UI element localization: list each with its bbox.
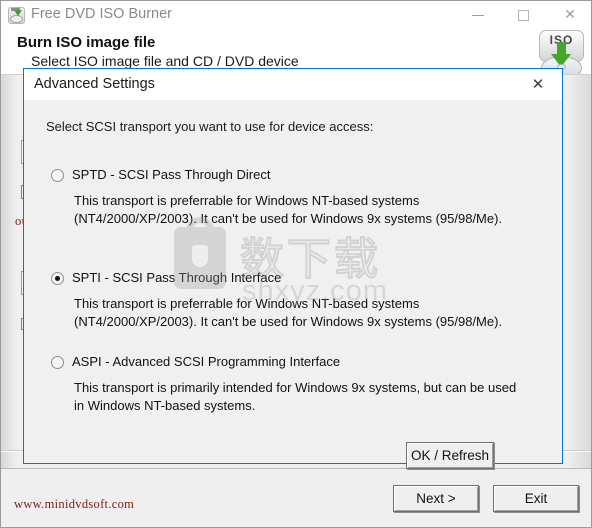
radio-aspi-mark[interactable] bbox=[51, 356, 64, 369]
dialog-title: Advanced Settings bbox=[34, 76, 155, 92]
app-icon-disc bbox=[10, 15, 23, 23]
website-url: www.minidvdsoft.com bbox=[14, 497, 135, 511]
next-button[interactable]: Next > bbox=[393, 485, 479, 512]
maximize-icon bbox=[518, 10, 529, 21]
dialog-body: Select SCSI transport you want to use fo… bbox=[24, 100, 562, 469]
dialog-titlebar: Advanced Settings ✕ bbox=[24, 69, 562, 100]
radio-aspi-description: This transport is primarily intended for… bbox=[74, 380, 517, 413]
radio-spti-description: This transport is preferrable for Window… bbox=[74, 296, 503, 329]
radio-sptd-mark[interactable] bbox=[51, 169, 64, 182]
ok-refresh-button[interactable]: OK / Refresh bbox=[406, 442, 494, 469]
page-subtitle: Select ISO image file and CD / DVD devic… bbox=[31, 53, 299, 69]
maximize-button[interactable] bbox=[501, 1, 547, 30]
close-icon: ✕ bbox=[564, 7, 576, 23]
minimize-icon bbox=[472, 15, 484, 16]
background-left-shade bbox=[1, 75, 17, 469]
window-titlebar: Free DVD ISO Burner ✕ bbox=[1, 1, 591, 30]
radio-spti-label: SPTI - SCSI Pass Through Interface bbox=[72, 270, 282, 285]
minimize-button[interactable] bbox=[455, 1, 501, 30]
advanced-settings-dialog: Advanced Settings ✕ Select SCSI transpor… bbox=[23, 68, 563, 469]
radio-sptd-description: This transport is preferrable for Window… bbox=[74, 193, 503, 226]
app-icon bbox=[8, 7, 25, 24]
dialog-instruction: Select SCSI transport you want to use fo… bbox=[46, 119, 374, 134]
radio-aspi-label: ASPI - Advanced SCSI Programming Interfa… bbox=[72, 354, 341, 369]
app-icon-arrow bbox=[14, 10, 22, 16]
application-window: Free DVD ISO Burner ✕ Burn ISO image fil… bbox=[0, 0, 592, 528]
radio-spti-mark[interactable] bbox=[51, 272, 64, 285]
exit-button[interactable]: Exit bbox=[493, 485, 579, 512]
close-button[interactable]: ✕ bbox=[547, 1, 591, 30]
page-title: Burn ISO image file bbox=[17, 34, 156, 51]
background-right-shade bbox=[567, 75, 591, 469]
radio-sptd-label: SPTD - SCSI Pass Through Direct bbox=[72, 167, 271, 182]
dialog-close-icon[interactable]: ✕ bbox=[518, 69, 558, 100]
window-title: Free DVD ISO Burner bbox=[31, 6, 173, 22]
